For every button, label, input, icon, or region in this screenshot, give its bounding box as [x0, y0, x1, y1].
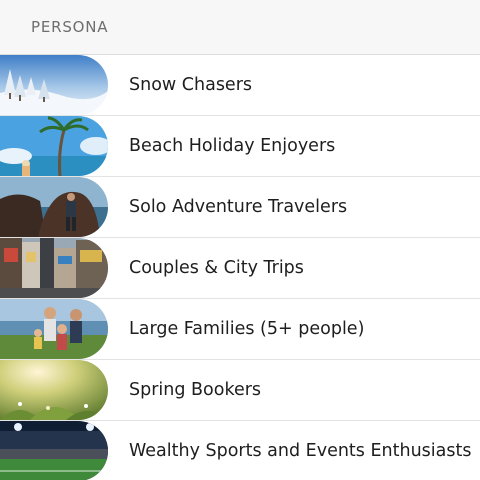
persona-label: Wealthy Sports and Events Enthusiasts [129, 441, 472, 461]
stadium-photo [0, 421, 108, 480]
persona-row-large-families[interactable]: Large Families (5+ people) [0, 299, 480, 360]
hiker-rocks-photo [0, 177, 108, 237]
persona-label: Beach Holiday Enjoyers [129, 136, 336, 156]
persona-label: Large Families (5+ people) [129, 319, 365, 339]
persona-label: Snow Chasers [129, 75, 253, 95]
persona-header-title: PERSONA [31, 18, 109, 36]
persona-list: Snow Chasers Beach Holiday Enjoyers Solo… [0, 55, 480, 480]
persona-label: Solo Adventure Travelers [129, 197, 348, 217]
persona-label: Spring Bookers [129, 380, 262, 400]
snowy-forest-photo [0, 55, 108, 115]
persona-label: Couples & City Trips [129, 258, 304, 278]
persona-row-couples-city[interactable]: Couples & City Trips [0, 238, 480, 299]
palm-beach-photo [0, 116, 108, 176]
persona-row-wealthy-sports[interactable]: Wealthy Sports and Events Enthusiasts [0, 421, 480, 480]
persona-row-beach-holiday[interactable]: Beach Holiday Enjoyers [0, 116, 480, 177]
city-street-photo [0, 238, 108, 298]
persona-row-solo-adventure[interactable]: Solo Adventure Travelers [0, 177, 480, 238]
persona-row-spring-bookers[interactable]: Spring Bookers [0, 360, 480, 421]
persona-row-snow-chasers[interactable]: Snow Chasers [0, 55, 480, 116]
family-photo [0, 299, 108, 359]
spring-meadow-photo [0, 360, 108, 420]
persona-header: PERSONA [0, 0, 480, 55]
